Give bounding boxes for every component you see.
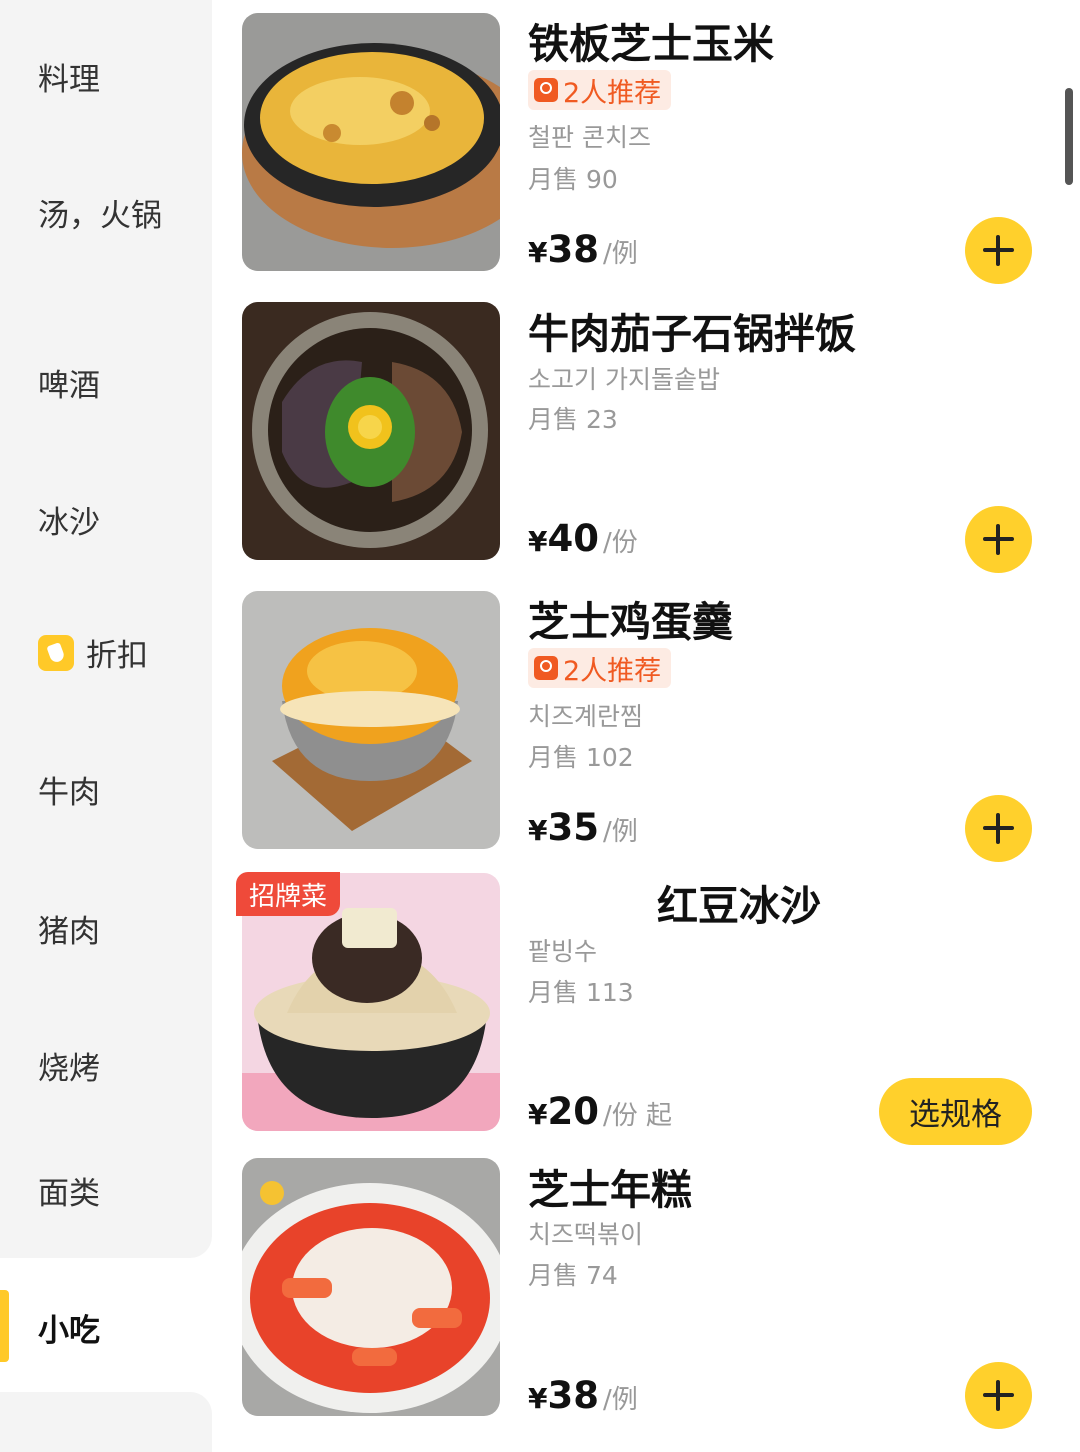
dish-price: ¥38/例 — [528, 1374, 638, 1417]
dish-subtitle: 팥빙수 — [528, 937, 598, 966]
recommend-badge: 2人推荐 — [528, 648, 672, 688]
dish-name[interactable]: 牛肉茄子石锅拌饭 — [528, 300, 856, 360]
sidebar-item-料理[interactable]: 料理 — [38, 54, 100, 99]
dish-price: ¥40/份 — [528, 517, 638, 560]
add-to-cart-button[interactable] — [965, 795, 1032, 862]
sidebar-item-冰沙[interactable]: 冰沙 — [38, 497, 100, 542]
signature-badge: 招牌菜 — [236, 872, 340, 916]
sidebar-item-啤酒[interactable]: 啤酒 — [38, 360, 100, 405]
dish-subtitle: 소고기 가지돌솥밥 — [528, 365, 720, 394]
dish-subtitle: 철판 콘치즈 — [528, 123, 651, 152]
dish-subtitle: 치즈떡볶이 — [528, 1220, 644, 1249]
sidebar-item-折扣[interactable]: 折扣 — [38, 630, 148, 675]
dish-price: ¥35/例 — [528, 806, 638, 849]
dish-image-egg-custard[interactable] — [242, 591, 500, 849]
monthly-sales: 月售 90 — [528, 165, 618, 194]
people-icon — [534, 656, 558, 680]
dish-name[interactable]: 芝士年糕 — [528, 1156, 692, 1216]
monthly-sales: 月售 23 — [528, 405, 618, 434]
dish-price: ¥38/例 — [528, 228, 638, 271]
monthly-sales: 月售 113 — [528, 978, 634, 1007]
dish-price: ¥20/份 起 — [528, 1090, 673, 1133]
category-sidebar: 料理 汤，火锅 啤酒 冰沙 折扣 牛肉 猪肉 烧烤 面类 小吃 — [0, 0, 212, 1452]
add-to-cart-button[interactable] — [965, 1362, 1032, 1429]
dish-name[interactable]: 红豆冰沙 — [657, 872, 821, 932]
monthly-sales: 月售 74 — [528, 1261, 618, 1290]
sidebar-item-牛肉[interactable]: 牛肉 — [38, 767, 100, 812]
sidebar-item-烧烤[interactable]: 烧烤 — [38, 1043, 100, 1088]
dish-image-corn-cheese[interactable] — [242, 13, 500, 271]
dish-image-cheese-tteokbokki[interactable] — [242, 1158, 500, 1416]
tag-icon — [38, 634, 74, 671]
sidebar-item-label: 折扣 — [86, 638, 148, 674]
dish-name[interactable]: 芝士鸡蛋羹 — [528, 588, 733, 648]
dish-name[interactable]: 铁板芝士玉米 — [528, 10, 774, 70]
sidebar-item-汤火锅[interactable]: 汤，火锅 — [38, 190, 162, 235]
people-icon — [534, 78, 558, 102]
sidebar-item-面类[interactable]: 面类 — [38, 1168, 100, 1213]
add-to-cart-button[interactable] — [965, 506, 1032, 573]
dish-image-bibimbap[interactable] — [242, 302, 500, 560]
sidebar-item-猪肉[interactable]: 猪肉 — [38, 906, 100, 951]
recommend-badge: 2人推荐 — [528, 70, 672, 110]
scrollbar[interactable] — [1065, 88, 1073, 185]
sidebar-item-小吃[interactable]: 小吃 — [38, 1305, 100, 1350]
active-indicator — [0, 1290, 9, 1362]
add-to-cart-button[interactable] — [965, 217, 1032, 284]
monthly-sales: 月售 102 — [528, 743, 634, 772]
select-spec-button[interactable]: 选规格 — [879, 1078, 1032, 1145]
dish-subtitle: 치즈계란찜 — [528, 702, 644, 731]
